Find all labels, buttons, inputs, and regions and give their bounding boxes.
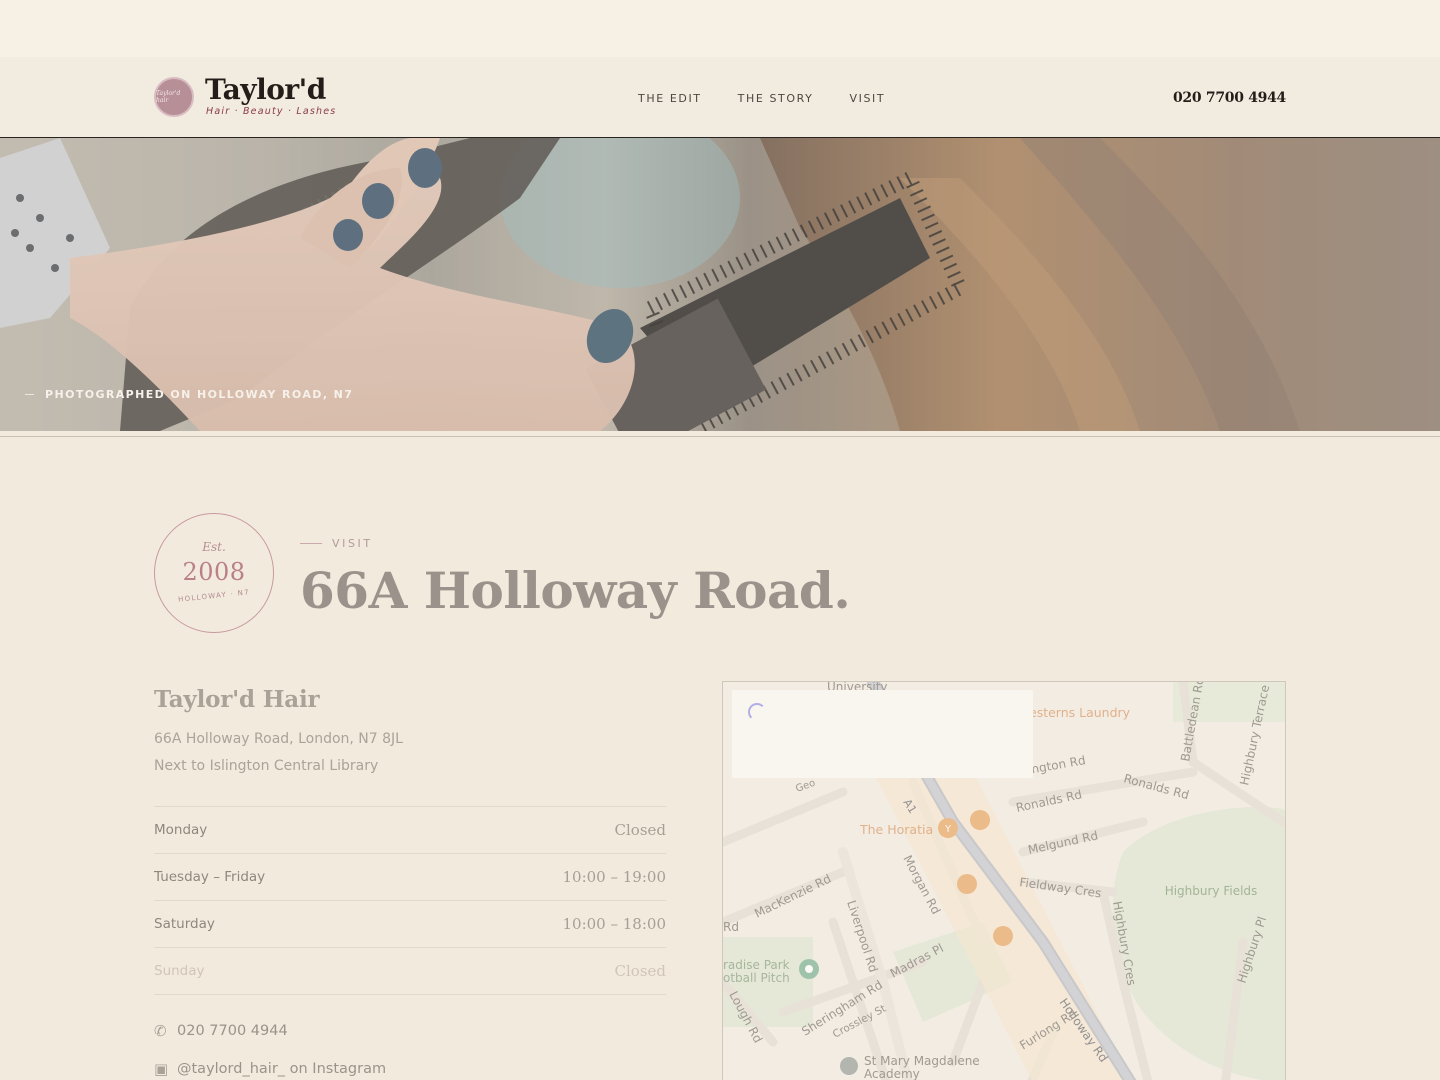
site-header: Taylor'd hair Taylor'd Hair · Beauty · L… bbox=[0, 57, 1440, 138]
eyebrow-line bbox=[300, 543, 322, 544]
contact-instagram-text: @taylord_hair_ on Instagram bbox=[177, 1061, 387, 1077]
salon-name: Taylor'd Hair bbox=[154, 686, 320, 713]
hours-row: Tuesday – Friday 10:00 – 19:00 bbox=[154, 854, 666, 901]
hours-day: Sunday bbox=[154, 963, 205, 979]
hours-row: Monday Closed bbox=[154, 807, 666, 854]
logo[interactable]: Taylor'd hair Taylor'd Hair · Beauty · L… bbox=[154, 76, 336, 117]
badge-place: HOLLOWAY · N7 bbox=[177, 588, 251, 604]
main-nav: THE EDIT THE STORY VISIT bbox=[638, 92, 921, 105]
logo-mark-icon: Taylor'd hair bbox=[154, 76, 194, 117]
salon-directions: Next to Islington Central Library bbox=[154, 758, 379, 774]
section-eyebrow: VISIT bbox=[300, 537, 373, 550]
contact-instagram-link[interactable]: ▣ @taylord_hair_ on Instagram bbox=[154, 1060, 386, 1078]
contact-phone-text: 020 7700 4944 bbox=[177, 1023, 288, 1039]
nav-the-edit[interactable]: THE EDIT bbox=[638, 92, 702, 105]
hours-time: Closed bbox=[614, 962, 666, 980]
salon-address: 66A Holloway Road, London, N7 8JL bbox=[154, 731, 403, 747]
contact-phone-link[interactable]: ✆ 020 7700 4944 bbox=[154, 1022, 288, 1040]
hours-row: Saturday 10:00 – 18:00 bbox=[154, 901, 666, 948]
page-title: 66A Holloway Road. bbox=[300, 561, 851, 620]
hours-day: Saturday bbox=[154, 916, 215, 932]
hero-caption: PHOTOGRAPHED ON HOLLOWAY ROAD, N7 bbox=[25, 388, 353, 401]
opening-hours: Monday Closed Tuesday – Friday 10:00 – 1… bbox=[154, 806, 666, 995]
hours-row: Sunday Closed bbox=[154, 948, 666, 995]
hours-time: 10:00 – 19:00 bbox=[562, 868, 667, 886]
hero-image: PHOTOGRAPHED ON HOLLOWAY ROAD, N7 bbox=[0, 138, 1440, 431]
badge-year: 2008 bbox=[182, 558, 246, 586]
nav-visit[interactable]: VISIT bbox=[849, 92, 885, 105]
eyebrow-text: VISIT bbox=[332, 537, 373, 550]
logo-tagline: Hair · Beauty · Lashes bbox=[206, 106, 337, 117]
logo-text: Taylor'd Hair · Beauty · Lashes bbox=[205, 73, 337, 118]
logo-mark-text: Taylor'd hair bbox=[156, 89, 181, 104]
phone-icon: ✆ bbox=[154, 1022, 167, 1040]
established-badge: Est. 2008 HOLLOWAY · N7 bbox=[154, 513, 274, 633]
top-strip bbox=[0, 0, 1440, 57]
map-embed[interactable]: Y University esterns Laundry Battledean … bbox=[722, 681, 1286, 1080]
hours-time: 10:00 – 18:00 bbox=[562, 915, 667, 933]
badge-est: Est. bbox=[202, 540, 226, 554]
hours-time: Closed bbox=[614, 821, 666, 839]
hero-divider bbox=[0, 436, 1440, 437]
logo-name: Taylor'd bbox=[205, 73, 326, 106]
hours-day: Tuesday – Friday bbox=[154, 869, 266, 885]
map-info-card bbox=[732, 690, 1033, 778]
camera-icon: ▣ bbox=[154, 1060, 169, 1078]
header-phone-link[interactable]: 020 7700 4944 bbox=[1173, 90, 1286, 106]
hours-day: Monday bbox=[154, 822, 208, 838]
loading-spinner-icon bbox=[748, 703, 766, 721]
hero-caption-text: PHOTOGRAPHED ON HOLLOWAY ROAD, N7 bbox=[45, 388, 354, 401]
caption-dash bbox=[25, 394, 34, 395]
nav-the-story[interactable]: THE STORY bbox=[738, 92, 814, 105]
